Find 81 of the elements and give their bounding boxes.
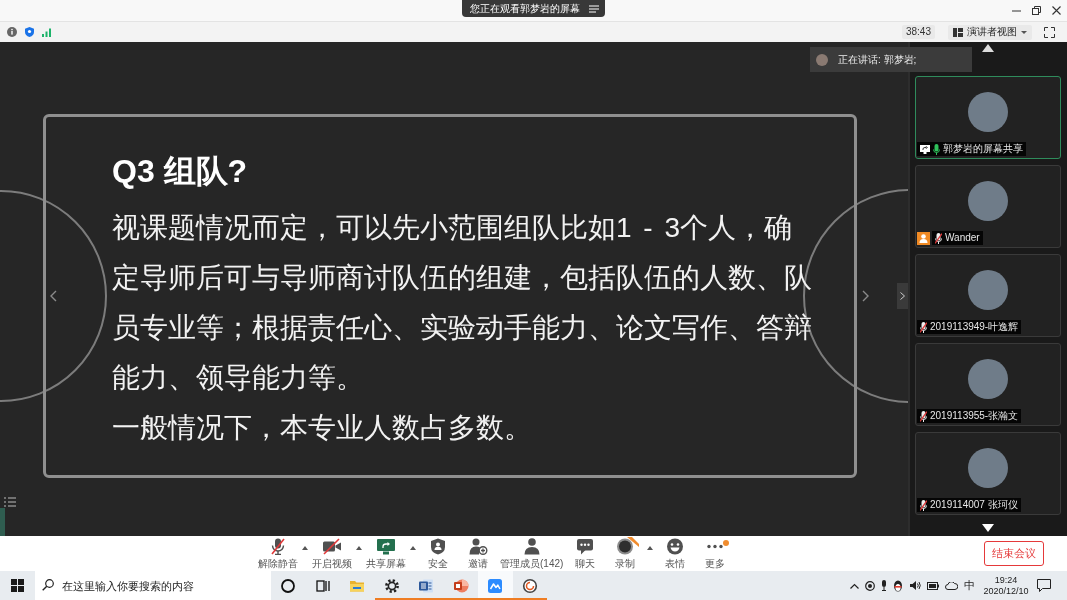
- list-icon[interactable]: [4, 497, 16, 507]
- chevron-right-icon: [900, 292, 905, 300]
- gear-icon: [383, 577, 400, 594]
- shield-icon[interactable]: [25, 27, 34, 37]
- avatar-placeholder: [968, 181, 1008, 221]
- scroll-up-icon[interactable]: [982, 44, 994, 52]
- clock-time[interactable]: 19:24: [994, 574, 1018, 586]
- reactions-button[interactable]: 表情: [655, 537, 696, 570]
- caret-icon: [302, 546, 308, 550]
- search-field[interactable]: 在这里输入你要搜索的内容: [35, 571, 271, 600]
- document-icon: [418, 577, 435, 594]
- task-view-icon: [314, 577, 331, 594]
- battery-icon[interactable]: [927, 581, 939, 590]
- slide-text: 视课题情况而定，可以先小范围组队比如1 - 3个人，确定导师后可与导师商讨队伍的组建，包括队伍的人数、队员专业等；根据责任心、实验动手能力、论文写作、答辩能力、领导能力等。: [112, 211, 813, 395]
- record-icon[interactable]: [865, 580, 875, 591]
- slide-title: Q3 组队?: [112, 152, 249, 191]
- start-icon[interactable]: [11, 579, 24, 592]
- menu-icon[interactable]: [589, 4, 599, 13]
- notification-icon[interactable]: [1037, 579, 1051, 592]
- avatar-placeholder: [816, 53, 828, 66]
- collapse-panel-button[interactable]: [897, 283, 908, 309]
- search-icon: [42, 579, 54, 591]
- participant-name: Wander: [945, 232, 980, 244]
- chevron-left-icon[interactable]: [50, 290, 57, 302]
- share-screen-button[interactable]: 共享屏幕: [364, 537, 408, 570]
- more-button[interactable]: 更多: [695, 537, 736, 570]
- input-method-indicator[interactable]: 中: [964, 580, 975, 591]
- cloud-icon[interactable]: [945, 581, 958, 590]
- circle-icon: [280, 577, 297, 594]
- chevron-up-icon[interactable]: [850, 582, 859, 589]
- scroll-down-icon[interactable]: [982, 524, 994, 532]
- end-meeting-button[interactable]: 结束会议: [984, 541, 1044, 566]
- video-tile[interactable]: 2019113949-叶逸辉: [915, 254, 1061, 337]
- screen-share-icon: [920, 144, 930, 154]
- video-tile[interactable]: 郭梦岩的屏幕共享: [915, 76, 1061, 159]
- video-tile[interactable]: 2019114007 张珂仪: [915, 432, 1061, 515]
- avatar-placeholder: [968, 448, 1008, 488]
- speaker-text: 正在讲话: 郭梦岩;: [838, 53, 917, 67]
- record-button[interactable]: 录制: [605, 537, 646, 570]
- video-tile[interactable]: 2019113955-张瀚文: [915, 343, 1061, 426]
- participant-name: 2019113955-张瀚文: [930, 410, 1019, 422]
- chat-button[interactable]: 聊天: [565, 537, 606, 570]
- ring-icon: [521, 577, 538, 594]
- side-handle[interactable]: [0, 508, 5, 536]
- restore-icon[interactable]: [1032, 6, 1041, 15]
- caret-icon: [410, 546, 416, 550]
- caret-icon: [647, 546, 654, 550]
- avatar-placeholder: [968, 359, 1008, 399]
- camera-off-icon: [322, 538, 342, 555]
- start-video-button[interactable]: 开启视频: [310, 537, 354, 570]
- unmute-button[interactable]: 解除静音: [256, 537, 300, 570]
- participant-name: 2019113949-叶逸辉: [930, 321, 1019, 333]
- penguin-icon[interactable]: [893, 579, 903, 592]
- invite-button[interactable]: 邀请: [458, 537, 498, 570]
- caret-icon: [356, 546, 362, 550]
- participant-name: 2019114007 张珂仪: [930, 499, 1018, 511]
- avatar-placeholder: [968, 270, 1008, 310]
- layout-icon: [953, 27, 963, 37]
- muted-microphone-icon: [268, 538, 288, 555]
- microphone-icon[interactable]: [881, 580, 887, 591]
- speaker-icon[interactable]: [909, 580, 921, 591]
- participant-name: 郭梦岩的屏幕共享: [943, 143, 1023, 155]
- mountain-tile-icon: [487, 577, 504, 594]
- view-button[interactable]: 演讲者视图: [948, 24, 1032, 40]
- fullscreen-icon[interactable]: [1044, 26, 1055, 38]
- slide-text: 一般情况下，本专业人数占多数。: [112, 411, 533, 445]
- chevron-right-icon[interactable]: [862, 290, 869, 302]
- security-button[interactable]: 安全: [418, 537, 458, 570]
- video-tile[interactable]: Wander: [915, 165, 1061, 248]
- info-icon[interactable]: [7, 27, 17, 37]
- banner-text: 您正在观看郭梦岩的屏幕: [470, 2, 580, 16]
- person-icon: [521, 538, 542, 555]
- meeting-timer: 38:43: [901, 25, 935, 39]
- minimize-icon[interactable]: [1012, 9, 1021, 12]
- participants-button[interactable]: 管理成员(142): [498, 537, 566, 570]
- avatar-placeholder: [968, 92, 1008, 132]
- caret-icon: [1021, 30, 1027, 34]
- clock-date[interactable]: 2020/12/10: [983, 585, 1029, 597]
- record-icon: [615, 538, 636, 555]
- close-icon[interactable]: [1052, 6, 1061, 15]
- presentation-icon: [452, 577, 469, 594]
